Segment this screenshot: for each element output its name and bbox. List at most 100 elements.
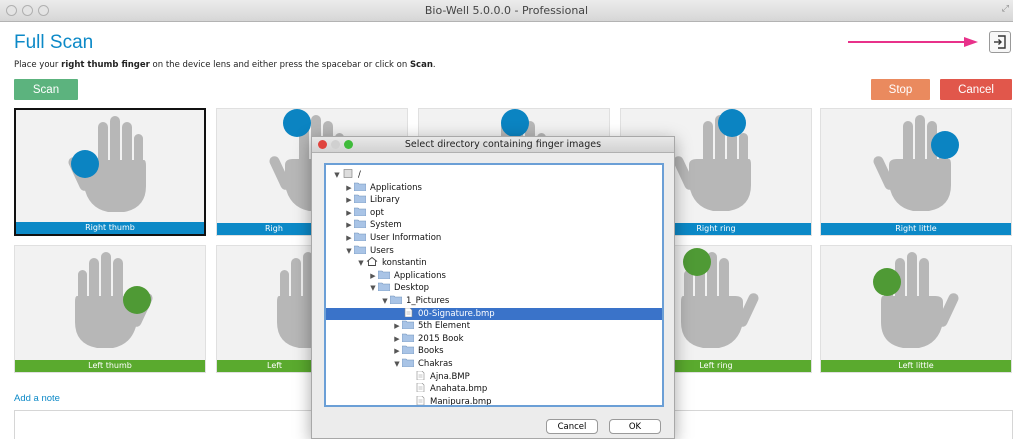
tree-item-label: Chakras <box>418 359 453 369</box>
exit-icon <box>994 35 1006 49</box>
finger-label: Left little <box>821 360 1011 372</box>
dialog-cancel-button[interactable]: Cancel <box>546 419 598 434</box>
dialog-ok-button[interactable]: OK <box>609 419 661 434</box>
disclosure-triangle-icon[interactable]: ▼ <box>356 257 366 269</box>
tree-folder-item[interactable]: ▶ 5th Element <box>326 320 662 332</box>
cancel-button[interactable]: Cancel <box>940 79 1012 100</box>
tree-item-label: User Information <box>370 233 442 243</box>
finger-cell-left-little[interactable]: Left little <box>820 245 1012 373</box>
disclosure-triangle-icon[interactable]: ▶ <box>368 270 378 282</box>
disclosure-triangle-icon[interactable]: ▼ <box>380 295 390 307</box>
tree-folder-item[interactable]: ▼ Chakras <box>326 358 662 370</box>
directory-tree[interactable]: ▼ / ▶ Applications ▶ Library ▶ opt ▶ System ▶ User … <box>324 163 664 407</box>
tree-file-item[interactable]: Anahata.bmp <box>326 383 662 395</box>
folder-icon <box>390 295 402 304</box>
tree-item-icon-wrap <box>354 220 370 230</box>
tree-item-label: 2015 Book <box>418 333 464 344</box>
tree-folder-item[interactable]: ▶ System <box>326 219 662 231</box>
disclosure-triangle-icon[interactable]: ▼ <box>368 282 378 294</box>
tree-item-icon-wrap <box>402 346 418 356</box>
hand-icon <box>881 252 959 348</box>
tree-item-label: Desktop <box>394 283 430 294</box>
hand-icon <box>673 115 751 211</box>
finger-marker <box>283 109 311 137</box>
tree-folder-item[interactable]: ▶ User Information <box>326 232 662 244</box>
folder-icon <box>378 283 390 292</box>
dialog-titlebar: Select directory containing finger image… <box>312 137 674 153</box>
finger-marker <box>71 150 99 178</box>
tree-folder-item[interactable]: ▶ Applications <box>326 270 662 282</box>
disclosure-triangle-icon[interactable]: ▶ <box>344 207 354 219</box>
select-directory-dialog: Select directory containing finger image… <box>311 136 675 439</box>
disclosure-triangle-icon[interactable]: ▶ <box>344 232 354 244</box>
finger-cell-left-thumb[interactable]: Left thumb <box>14 245 206 373</box>
disclosure-triangle-icon[interactable]: ▶ <box>392 320 402 332</box>
tree-item-label: opt <box>370 207 384 218</box>
tree-item-icon-wrap <box>402 307 418 319</box>
tree-folder-item[interactable]: ▶ Books <box>326 345 662 357</box>
folder-icon <box>402 320 414 330</box>
tree-folder-item[interactable]: ▶ Applications <box>326 182 662 194</box>
tree-item-label: Library <box>370 195 400 206</box>
file-icon <box>416 395 425 405</box>
tree-item-icon-wrap <box>402 358 418 369</box>
folder-icon <box>402 333 414 342</box>
tree-item-icon-wrap <box>366 257 382 268</box>
add-note-link[interactable]: Add a note <box>14 393 60 404</box>
tree-item-icon-wrap <box>402 333 418 344</box>
tree-folder-item[interactable]: ▶ Library <box>326 194 662 206</box>
tree-file-item[interactable]: 00-Signature.bmp <box>326 307 662 320</box>
disclosure-triangle-icon[interactable]: ▶ <box>344 182 354 194</box>
tree-item-label: / <box>358 170 361 180</box>
tree-item-label: System <box>370 220 402 231</box>
disclosure-triangle-icon[interactable]: ▶ <box>392 333 402 345</box>
tree-folder-item[interactable]: ▼ konstantin <box>326 257 662 269</box>
tree-folder-item[interactable]: ▼ 1_Pictures <box>326 295 662 307</box>
exit-button[interactable] <box>989 31 1011 53</box>
tree-item-label: Applications <box>394 270 446 281</box>
tree-item-icon-wrap <box>414 370 430 382</box>
tree-item-label: Users <box>370 245 394 256</box>
finger-label: Right thumb <box>16 222 204 234</box>
tree-folder-item[interactable]: ▼ / <box>326 169 662 181</box>
tree-file-item[interactable]: Ajna.BMP <box>326 370 662 383</box>
folder-icon <box>402 346 414 355</box>
tree-item-icon-wrap <box>378 270 394 281</box>
tree-folder-item[interactable]: ▶ opt <box>326 207 662 219</box>
disclosure-triangle-icon[interactable]: ▶ <box>344 219 354 231</box>
disclosure-triangle-icon[interactable]: ▶ <box>344 194 354 206</box>
folder-icon <box>354 194 366 204</box>
stop-button[interactable]: Stop <box>871 79 930 100</box>
folder-icon <box>378 270 390 279</box>
tree-item-icon-wrap <box>402 320 418 331</box>
tree-item-label: Applications <box>370 182 422 193</box>
finger-marker <box>123 286 151 314</box>
tree-item-label: 5th Element <box>418 321 471 332</box>
dialog-title: Select directory containing finger image… <box>404 139 602 150</box>
tree-item-label: Anahata.bmp <box>430 384 488 395</box>
tree-file-item[interactable]: Manipura.bmp <box>326 395 662 405</box>
fullscreen-icon[interactable]: ⤢ <box>1002 3 1009 14</box>
tree-item-icon-wrap <box>354 207 370 218</box>
page-title: Full Scan <box>14 32 94 53</box>
disclosure-triangle-icon[interactable]: ▼ <box>392 358 402 370</box>
folder-icon <box>354 182 366 191</box>
disclosure-triangle-icon[interactable]: ▼ <box>344 245 354 257</box>
disclosure-triangle-icon[interactable]: ▶ <box>392 345 402 357</box>
tree-item-icon-wrap <box>414 383 430 394</box>
drive-icon <box>343 169 353 178</box>
annotation-arrow-icon <box>848 37 978 47</box>
finger-marker <box>873 268 901 296</box>
finger-cell-right-thumb[interactable]: Right thumb <box>14 108 206 236</box>
tree-folder-item[interactable]: ▼ Users <box>326 245 662 257</box>
folder-icon <box>354 245 366 254</box>
tree-folder-item[interactable]: ▶ 2015 Book <box>326 333 662 345</box>
finger-label: Right little <box>821 223 1011 235</box>
tree-item-icon-wrap <box>342 169 358 180</box>
hand-icon <box>873 115 951 211</box>
scan-button[interactable]: Scan <box>14 79 78 100</box>
tree-folder-item[interactable]: ▼ Desktop <box>326 282 662 294</box>
finger-cell-right-little[interactable]: Right little <box>820 108 1012 236</box>
folder-icon <box>402 358 414 367</box>
disclosure-triangle-icon[interactable]: ▼ <box>332 169 342 181</box>
